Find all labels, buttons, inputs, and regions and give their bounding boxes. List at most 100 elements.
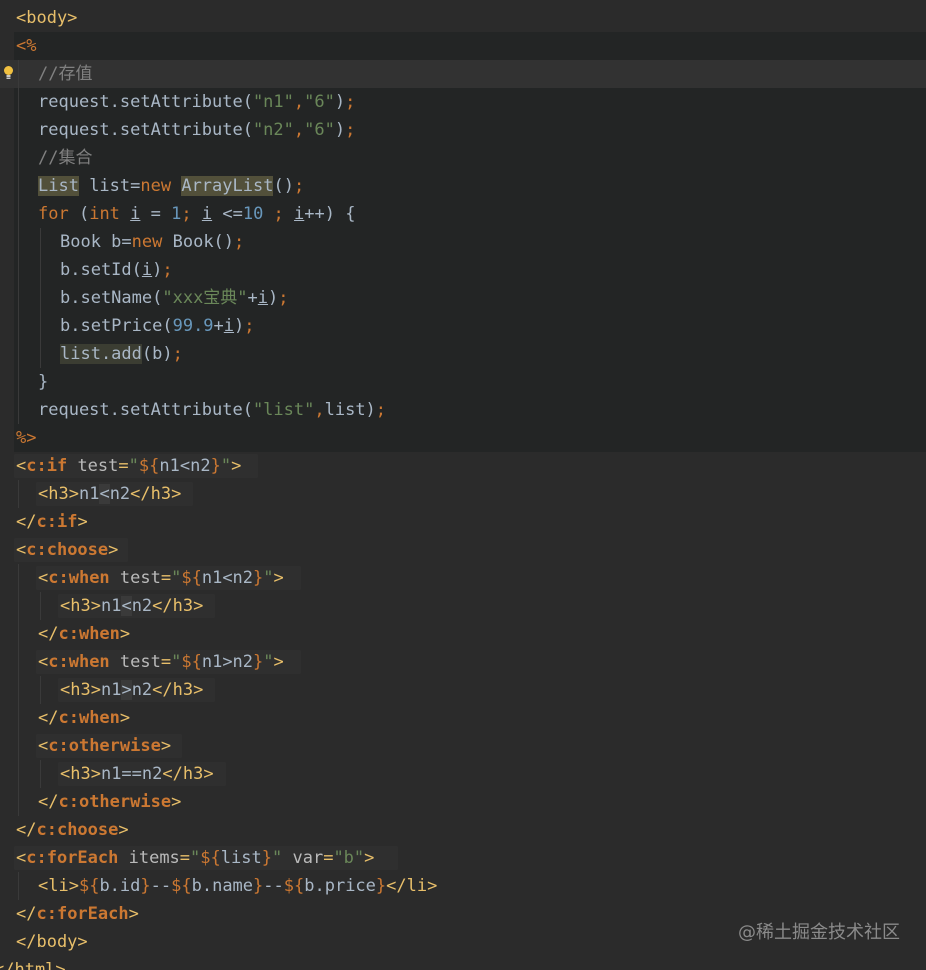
code-line[interactable]: <c:choose>: [0, 536, 926, 564]
code-line[interactable]: <c:if test="${n1<n2}">: [0, 452, 926, 480]
code-line[interactable]: request.setAttribute("n1","6");: [0, 88, 926, 116]
code-token: c:forEach: [26, 848, 119, 868]
code-text: </c:when>: [38, 620, 130, 648]
code-text: <c:forEach items="${list}" var="b">: [16, 844, 374, 872]
code-line[interactable]: <h3>n1==n2</h3>: [0, 760, 926, 788]
code-token: n2: [131, 680, 153, 700]
code-token: b.id: [99, 876, 141, 896]
code-token: =: [160, 652, 172, 672]
code-line[interactable]: <h3>n1<n2</h3>: [0, 480, 926, 508]
code-editor[interactable]: <body> <%//存值 request.setAttribute("n1","6…: [0, 0, 926, 970]
code-line[interactable]: <c:forEach items="${list}" var="b">: [0, 844, 926, 872]
code-token: ;: [278, 288, 289, 308]
code-token: ,: [293, 120, 305, 140]
code-line[interactable]: //存值: [0, 60, 926, 88]
code-line[interactable]: for (int i = 1; i <=10 ; i++) {: [0, 200, 926, 228]
code-line[interactable]: Book b=new Book();: [0, 228, 926, 256]
code-token: =: [179, 848, 191, 868]
code-token: new: [140, 176, 182, 196]
code-token: ): [268, 288, 279, 308]
code-token: (): [273, 176, 294, 196]
code-token: n1>n2: [201, 652, 254, 672]
code-line[interactable]: <c:when test="${n1>n2}">: [0, 648, 926, 676]
code-token: >: [118, 820, 129, 840]
code-token: ": [128, 456, 139, 476]
code-token: ;: [162, 260, 173, 280]
code-line[interactable]: <c:otherwise>: [0, 732, 926, 760]
code-token: --: [150, 876, 172, 896]
code-token: <: [16, 848, 27, 868]
code-line[interactable]: <h3>n1>n2</h3>: [0, 676, 926, 704]
code-token: ;: [234, 232, 245, 252]
code-line[interactable]: <li>${b.id}--${b.name}--${b.price}</li>: [0, 872, 926, 900]
indent-guide: [18, 200, 19, 228]
code-line[interactable]: //集合: [0, 144, 926, 172]
code-line[interactable]: <%: [0, 32, 926, 60]
code-token: ": [171, 652, 182, 672]
code-token: +: [213, 316, 224, 336]
indent-guide: [18, 788, 19, 816]
indent-guide: [18, 228, 19, 256]
code-line[interactable]: %>: [0, 424, 926, 452]
code-token: >: [171, 792, 182, 812]
code-line[interactable]: list.add(b);: [0, 340, 926, 368]
scriptlet-background: [14, 424, 926, 452]
code-line[interactable]: b.setPrice(99.9+i);: [0, 312, 926, 340]
code-token: }: [38, 372, 49, 392]
code-token: ,: [314, 400, 325, 420]
code-token: i: [294, 204, 305, 224]
code-token: --: [263, 876, 284, 896]
code-line[interactable]: </c:choose>: [0, 816, 926, 844]
code-token: ": [263, 568, 274, 588]
code-text: b.setPrice(99.9+i);: [60, 312, 255, 340]
code-token: n1==n2: [100, 764, 163, 784]
code-line[interactable]: request.setAttribute("list",list);: [0, 396, 926, 424]
indent-guide: [18, 676, 19, 704]
code-token: i: [257, 288, 269, 308]
code-text: //存值: [38, 60, 92, 88]
code-token: ": [271, 848, 283, 868]
code-line[interactable]: b.setName("xxx宝典"+i);: [0, 284, 926, 312]
code-token: <: [38, 652, 49, 672]
indent-guide: [18, 760, 19, 788]
code-token: c:when: [48, 568, 110, 588]
code-token: ++) {: [304, 204, 356, 224]
code-token: </: [38, 792, 59, 812]
code-text: b.setId(i);: [60, 256, 173, 284]
code-line[interactable]: b.setId(i);: [0, 256, 926, 284]
indent-guide: [40, 592, 41, 620]
indent-guide: [18, 368, 19, 396]
code-token: b.setName(: [60, 288, 163, 308]
indent-guide: [18, 60, 19, 88]
code-line[interactable]: <c:when test="${n1<n2}">: [0, 564, 926, 592]
code-line[interactable]: </c:when>: [0, 620, 926, 648]
code-text: <c:when test="${n1<n2}">: [38, 564, 284, 592]
code-token: <: [16, 540, 27, 560]
code-text: </c:forEach>: [16, 900, 139, 928]
code-token: 1: [171, 204, 182, 224]
code-token: ${: [283, 876, 305, 896]
code-token: <=: [212, 204, 243, 224]
code-line[interactable]: request.setAttribute("n2","6");: [0, 116, 926, 144]
code-token: b.setPrice(: [60, 316, 173, 336]
lightbulb-icon[interactable]: [3, 65, 14, 81]
indent-guide: [40, 760, 41, 788]
code-token: request.setAttribute(: [38, 120, 253, 140]
code-line[interactable]: <body>: [0, 4, 926, 32]
code-line[interactable]: </c:when>: [0, 704, 926, 732]
code-line[interactable]: </html>: [0, 956, 926, 970]
code-token: >: [273, 568, 284, 588]
code-line[interactable]: }: [0, 368, 926, 396]
indent-guide: [40, 256, 41, 284]
code-token: ): [234, 316, 245, 336]
code-token: </: [16, 904, 37, 924]
code-token: i: [141, 260, 153, 280]
code-token: c:choose: [36, 820, 119, 840]
code-token: list.add: [60, 344, 142, 364]
code-token: c:otherwise: [48, 736, 161, 756]
code-line[interactable]: List list=new ArrayList();: [0, 172, 926, 200]
code-line[interactable]: </c:if>: [0, 508, 926, 536]
scriptlet-background: [14, 368, 926, 396]
code-line[interactable]: <h3>n1<n2</h3>: [0, 592, 926, 620]
code-line[interactable]: </c:otherwise>: [0, 788, 926, 816]
